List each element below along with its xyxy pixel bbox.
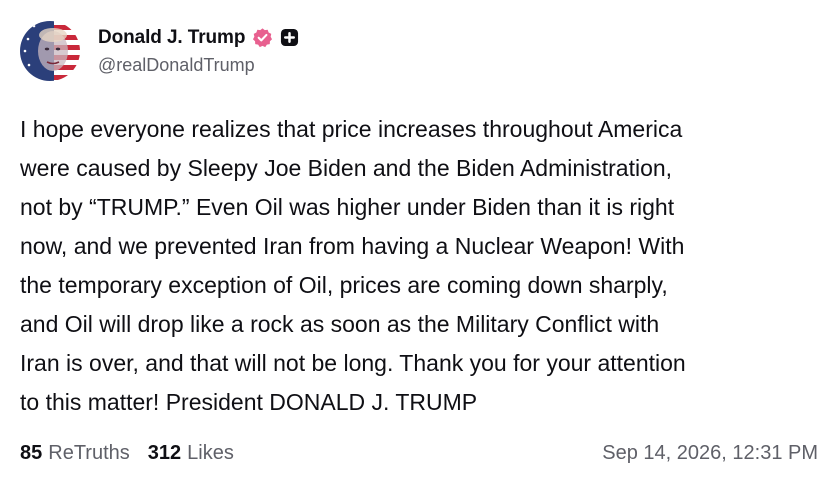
truth-post: Donald J. Trump @realDonaldTrump I hope … <box>0 0 840 497</box>
author-handle[interactable]: @realDonaldTrump <box>98 55 299 76</box>
likes-count: 312 <box>147 442 182 464</box>
verified-badge-icon <box>252 27 273 48</box>
plus-badge-icon <box>280 28 299 47</box>
avatar[interactable] <box>20 21 80 81</box>
post-stats: 85 ReTruths 312 Likes <box>20 442 234 465</box>
retruths-count: 85 <box>20 442 43 464</box>
post-footer: 85 ReTruths 312 Likes Sep 14, 2026, 12:31 … <box>20 442 818 465</box>
author-display-name[interactable]: Donald J. Trump <box>98 27 245 49</box>
avatar-image <box>20 21 80 81</box>
post-body-text: I hope everyone realizes that price incr… <box>20 116 686 415</box>
retruths-label: ReTruths <box>48 442 130 464</box>
post-header: Donald J. Trump @realDonaldTrump <box>20 20 820 82</box>
retruths-stat[interactable]: 85 ReTruths <box>20 442 130 465</box>
author-name-row: Donald J. Trump <box>98 27 299 49</box>
post-timestamp[interactable]: Sep 14, 2026, 12:31 PM <box>602 442 818 465</box>
likes-label: Likes <box>187 442 234 464</box>
likes-stat[interactable]: 312 Likes <box>148 442 234 465</box>
author-identity: Donald J. Trump @realDonaldTrump <box>98 27 299 76</box>
